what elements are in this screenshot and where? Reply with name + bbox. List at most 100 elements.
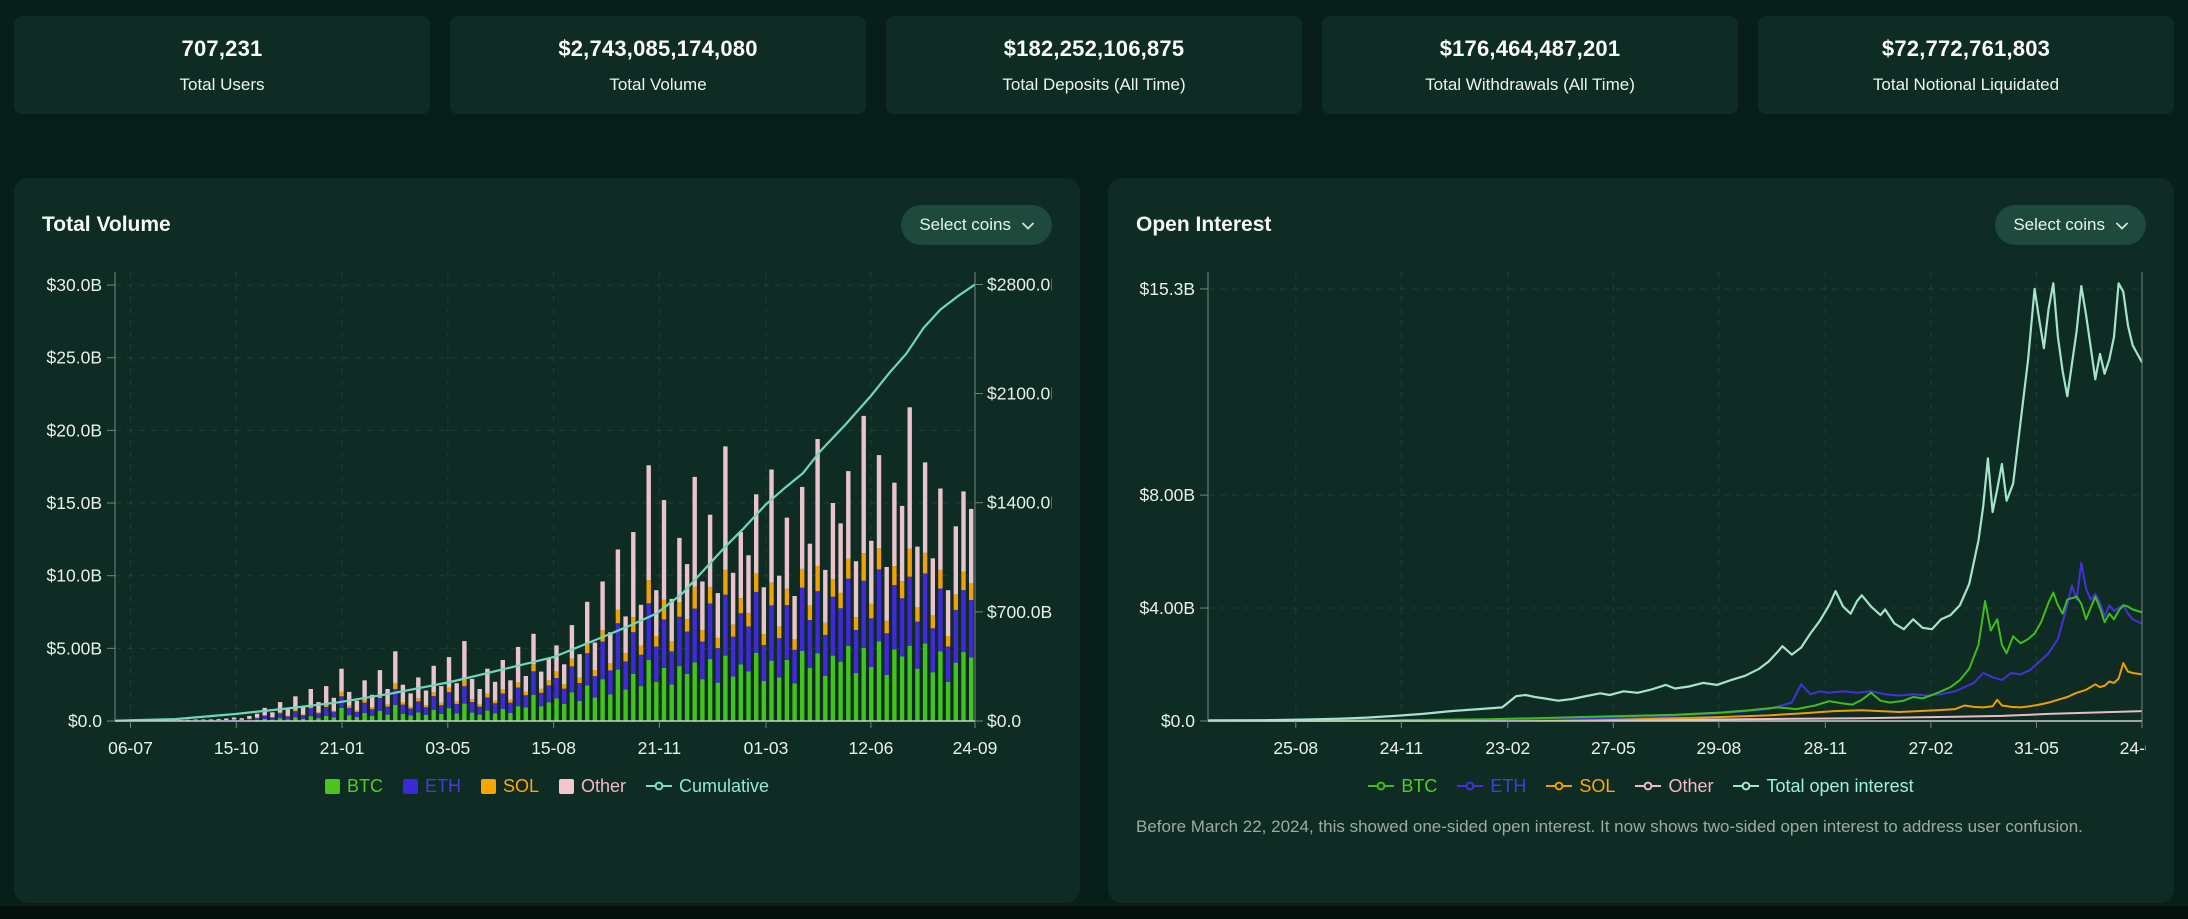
stat-label: Total Withdrawals (All Time) [1425, 74, 1635, 94]
legend-label: SOL [1579, 775, 1616, 796]
legend-item-other[interactable]: Other [558, 775, 626, 797]
svg-text:27-05: 27-05 [1591, 738, 1636, 758]
svg-text:$2100.0B: $2100.0B [987, 384, 1052, 404]
legend-label: Total open interest [1766, 775, 1914, 796]
legend-label: ETH [424, 775, 461, 796]
chevron-down-icon [2116, 215, 2128, 235]
legend-label: Cumulative [679, 775, 770, 796]
chevron-down-icon [1022, 215, 1034, 235]
legend-swatch-icon [402, 778, 418, 794]
legend-line-dot-icon [1368, 780, 1395, 792]
svg-text:06-07: 06-07 [108, 738, 153, 758]
svg-text:01-03: 01-03 [744, 738, 789, 758]
total-volume-header: Total Volume Select coins [42, 204, 1052, 246]
svg-text:03-05: 03-05 [425, 738, 470, 758]
stat-card-total-volume: $2,743,085,174,080 Total Volume [450, 16, 866, 114]
svg-text:31-05: 31-05 [2014, 738, 2059, 758]
legend-item-sol[interactable]: SOL [1546, 776, 1615, 797]
stat-label: Total Notional Liquidated [1872, 74, 2060, 94]
svg-text:$30.0B: $30.0B [47, 275, 102, 295]
stat-value: $176,464,487,201 [1439, 35, 1621, 61]
total-volume-panel: Total Volume Select coins $0.0 $5.00B $10.… [14, 178, 1080, 903]
legend-label: BTC [1401, 775, 1438, 796]
svg-text:$4.00B: $4.00B [1140, 598, 1195, 618]
svg-text:24-11: 24-11 [1380, 738, 1423, 758]
svg-text:24-09: 24-09 [953, 738, 998, 758]
svg-text:$0.0: $0.0 [68, 711, 102, 731]
svg-text:23-02: 23-02 [1485, 738, 1530, 758]
svg-text:28-11: 28-11 [1804, 738, 1847, 758]
legend-label: Other [1668, 775, 1714, 796]
stat-value: $72,772,761,803 [1881, 35, 2051, 61]
svg-text:$10.0B: $10.0B [47, 566, 102, 586]
stat-label: Total Volume [609, 74, 707, 94]
svg-text:15-10: 15-10 [214, 738, 259, 758]
stat-label: Total Deposits (All Time) [1002, 74, 1186, 94]
open-interest-legend: BTC ETH SOL Other Total open interest [1136, 774, 2146, 798]
legend-label: BTC [346, 775, 383, 796]
stat-label: Total Users [179, 74, 265, 94]
select-coins-button[interactable]: Select coins [901, 205, 1052, 245]
legend-item-btc[interactable]: BTC [324, 775, 383, 797]
open-interest-panel: Open Interest Select coins $0.0 $4.00B $8.… [1108, 178, 2174, 903]
legend-item-btc[interactable]: BTC [1368, 776, 1437, 797]
stat-card-total-deposits: $182,252,106,875 Total Deposits (All Tim… [886, 16, 1302, 114]
svg-text:21-11: 21-11 [638, 738, 681, 758]
open-interest-note: Before March 22, 2024, this showed one-s… [1136, 817, 2083, 836]
svg-text:$700.0B: $700.0B [987, 602, 1052, 622]
legend-swatch-icon [480, 778, 496, 794]
svg-text:$5.00B: $5.00B [47, 638, 102, 658]
legend-line-dot-icon [646, 780, 672, 792]
charts-row: Total Volume Select coins $0.0 $5.00B $10.… [14, 178, 2174, 903]
stat-card-total-notional-liquidated: $72,772,761,803 Total Notional Liquidate… [1758, 16, 2174, 114]
legend-swatch-icon [324, 778, 340, 794]
dashboard-page: 707,231 Total Users $2,743,085,174,080 T… [0, 0, 2188, 919]
svg-text:12-06: 12-06 [849, 738, 894, 758]
bottom-strip [0, 906, 2188, 919]
svg-text:$15.0B: $15.0B [47, 493, 102, 513]
svg-text:$15.3B: $15.3B [1140, 279, 1195, 299]
legend-line-dot-icon [1635, 780, 1662, 792]
stat-value: $182,252,106,875 [1003, 35, 1185, 61]
legend-label: Other [580, 775, 626, 796]
open-interest-title: Open Interest [1136, 213, 1272, 236]
svg-text:27-02: 27-02 [1909, 738, 1954, 758]
svg-text:24-09: 24-09 [2120, 738, 2146, 758]
legend-item-eth[interactable]: ETH [1457, 776, 1526, 797]
legend-swatch-icon [558, 778, 574, 794]
legend-item-cumulative[interactable]: Cumulative [646, 776, 769, 797]
select-coins-label: Select coins [2013, 215, 2105, 234]
svg-text:$1400.0B: $1400.0B [987, 493, 1052, 513]
legend-line-dot-icon [1733, 780, 1760, 792]
svg-text:29-08: 29-08 [1697, 738, 1742, 758]
legend-label: ETH [1490, 775, 1527, 796]
open-interest-header: Open Interest Select coins [1136, 204, 2146, 246]
svg-text:$2800.0B: $2800.0B [987, 274, 1052, 294]
svg-text:15-08: 15-08 [531, 738, 576, 758]
legend-item-other[interactable]: Other [1635, 776, 1713, 797]
stat-value: $2,743,085,174,080 [558, 35, 758, 61]
stats-row: 707,231 Total Users $2,743,085,174,080 T… [0, 0, 2188, 114]
svg-text:21-01: 21-01 [320, 738, 365, 758]
total-volume-title: Total Volume [42, 213, 171, 236]
legend-item-eth[interactable]: ETH [402, 775, 461, 797]
svg-text:$0.0: $0.0 [1161, 711, 1195, 731]
stat-card-total-withdrawals: $176,464,487,201 Total Withdrawals (All … [1322, 16, 1738, 114]
legend-line-dot-icon [1457, 780, 1484, 792]
total-volume-chart[interactable]: $0.0 $5.00B $10.0B $15.0B $20.0B $25.0B $30.0B… [42, 262, 1052, 762]
legend-item-total-open-interest[interactable]: Total open interest [1733, 775, 1914, 797]
stat-card-total-users: 707,231 Total Users [14, 16, 430, 114]
svg-text:25-08: 25-08 [1273, 738, 1318, 758]
svg-text:$8.00B: $8.00B [1140, 485, 1195, 505]
svg-text:$0.0: $0.0 [987, 711, 1021, 731]
svg-text:$25.0B: $25.0B [47, 348, 102, 368]
svg-text:$20.0B: $20.0B [47, 420, 102, 440]
select-coins-label: Select coins [919, 215, 1011, 234]
open-interest-chart[interactable]: $0.0 $4.00B $8.00B $15.3B 25-08 24-11 23-02 27-… [1136, 262, 2146, 762]
legend-item-sol[interactable]: SOL [480, 775, 539, 797]
stat-value: 707,231 [181, 35, 263, 61]
select-coins-button[interactable]: Select coins [1995, 205, 2146, 245]
total-volume-legend: BTC ETH SOL Other Cumulative [42, 774, 1052, 798]
legend-line-dot-icon [1546, 780, 1573, 792]
legend-label: SOL [502, 775, 539, 796]
